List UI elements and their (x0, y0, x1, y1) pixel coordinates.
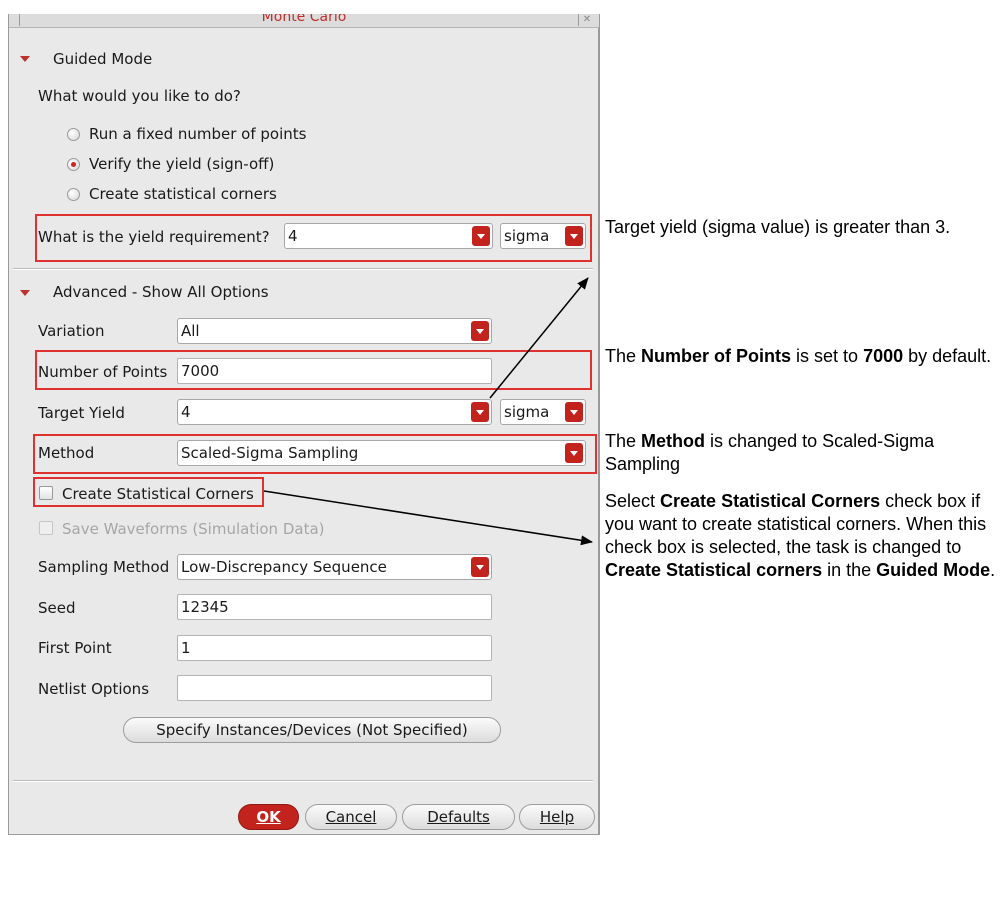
note-text: is set to (791, 346, 864, 366)
note-bold: Create Statistical Corners (660, 491, 881, 511)
note-text: The (605, 346, 642, 366)
note-bold: Method (641, 431, 706, 451)
note-bold: Number of Points (641, 346, 792, 366)
note-yield-text: Target yield (sigma value) is greater th… (605, 217, 951, 237)
note-method: The Method is changed to Scaled-Sigma Sa… (605, 430, 995, 476)
note-text: Select (605, 491, 661, 511)
note-bold: Guided Mode (876, 560, 991, 580)
note-corners: Select Create Statistical Corners check … (605, 490, 997, 582)
note-bold: Create Statistical corners (605, 560, 823, 580)
note-bold: 7000 (863, 346, 904, 366)
note-text: . (990, 560, 996, 580)
arrow-to-corners-note (263, 490, 593, 546)
note-yield: Target yield (sigma value) is greater th… (605, 216, 995, 239)
note-text: by default. (903, 346, 992, 366)
note-text: in the (822, 560, 877, 580)
arrow-to-yield-note (489, 277, 589, 399)
note-text: The (605, 431, 642, 451)
note-points: The Number of Points is set to 7000 by d… (605, 345, 995, 368)
